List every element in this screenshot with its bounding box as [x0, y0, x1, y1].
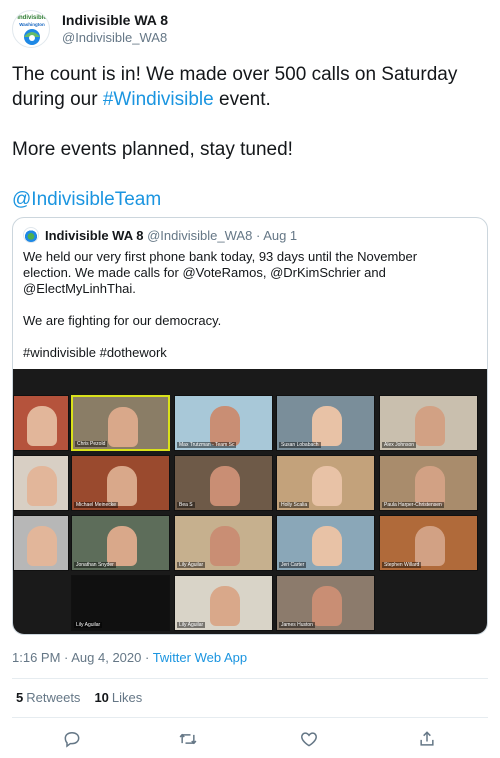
retweet-icon[interactable] — [178, 729, 198, 749]
hashtag-link[interactable]: #Windivisible — [103, 89, 214, 110]
quoted-line: election. We made calls for @VoteRamos, … — [23, 265, 386, 280]
participant-name-label: Chris Pezold — [75, 441, 108, 447]
like-icon[interactable] — [299, 729, 319, 749]
tweet-line: during our #Windivisible event. — [12, 87, 488, 112]
tweet-line: More events planned, stay tuned! — [12, 139, 293, 160]
participant-video-tile: Lily Aguilar — [174, 515, 273, 571]
tweet-timestamp[interactable]: 1:16 PM · Aug 4, 2020 · — [12, 650, 153, 665]
participant-figure — [210, 466, 240, 506]
tweet-metadata: 1:16 PM · Aug 4, 2020 · Twitter Web App — [12, 650, 247, 665]
participant-figure — [415, 526, 445, 566]
participant-figure — [27, 466, 57, 506]
quoted-text: We held our very first phone bank today,… — [23, 249, 479, 361]
divider — [12, 678, 488, 679]
participant-video-tile: Susan Lobabach — [276, 395, 375, 451]
retweets-label[interactable]: Retweets — [26, 690, 80, 705]
participant-video-tile: Bea S — [174, 455, 273, 511]
participant-figure — [27, 406, 57, 446]
participant-video-tile: Holly Scalia — [276, 455, 375, 511]
participant-video-tile: Lily Aguilar — [71, 575, 170, 631]
participant-name-label: Jeri Carter — [279, 562, 307, 568]
participant-name-label: Holly Scalia — [279, 502, 310, 508]
tweet-line: The count is in! We made over 500 calls … — [12, 64, 458, 85]
participant-figure — [210, 526, 240, 566]
participant-name-label: Lily Aguilar — [177, 622, 206, 628]
author-display-name[interactable]: Indivisible WA 8 — [62, 12, 168, 28]
participant-name-label: Lily Aguilar — [177, 562, 206, 568]
quoted-line: We held our very first phone bank today,… — [23, 249, 418, 264]
quoted-hashtags: #windivisible #dothework — [23, 345, 167, 360]
participant-name-label: Bea S — [177, 502, 195, 508]
tweet-header: Indivisible Washington Indivisible WA 8 … — [12, 10, 488, 50]
quoted-handle: @Indivisible_WA8 — [147, 228, 253, 243]
engagement-stats: 5 Retweets 10 Likes — [16, 690, 142, 705]
participant-video-tile: Stephen Willard — [379, 515, 478, 571]
participant-name-label: James Huston — [279, 622, 315, 628]
participant-name-label: Michael Meinecke — [74, 502, 119, 508]
quoted-avatar — [23, 227, 39, 243]
source-app-link[interactable]: Twitter Web App — [153, 650, 247, 665]
action-bar — [12, 725, 488, 753]
participant-video-tile: Lily Aguilar — [174, 575, 273, 631]
participant-video-tile: Paula Harper-Christensen — [379, 455, 478, 511]
participant-name-label: Susan Lobabach — [279, 442, 321, 448]
participant-name-label: Jonathan Snyder — [74, 562, 116, 568]
participant-video-tile: Chris Pezold — [71, 395, 170, 451]
mention-link[interactable]: @IndivisibleTeam — [12, 187, 488, 212]
participant-figure — [108, 407, 138, 447]
participant-name-label: Stephen Willard — [382, 562, 422, 568]
retweets-count[interactable]: 5 — [16, 690, 23, 705]
author-handle[interactable]: @Indivisible_WA8 — [62, 30, 167, 45]
participant-figure — [107, 466, 137, 506]
divider — [12, 717, 488, 718]
participant-video-tile: Michael Meinecke — [71, 455, 170, 511]
likes-count[interactable]: 10 — [94, 690, 108, 705]
separator-dot: · — [255, 228, 261, 243]
zoom-call-image[interactable]: Chris Pezold Max Trutzman - Team Sc Susan … — [13, 369, 487, 634]
quoted-display-name: Indivisible WA 8 — [45, 228, 144, 243]
logo-icon — [24, 29, 40, 45]
participant-figure — [27, 526, 57, 566]
participant-video-tile: Max Trutzman - Team Sc — [174, 395, 273, 451]
avatar[interactable]: Indivisible Washington — [12, 10, 50, 48]
participant-figure — [312, 526, 342, 566]
participant-name-label: Lily Aguilar — [74, 622, 103, 628]
share-icon[interactable] — [417, 729, 437, 749]
participant-figure — [210, 586, 240, 626]
participant-name-label: Paula Harper-Christensen — [382, 502, 444, 508]
likes-label[interactable]: Likes — [112, 690, 142, 705]
reply-icon[interactable] — [62, 729, 82, 749]
participant-name-label: Max Trutzman - Team Sc — [177, 442, 237, 448]
tweet-text-segment: during our — [12, 89, 103, 110]
participant-figure — [415, 466, 445, 506]
participant-figure — [415, 406, 445, 446]
participant-figure — [107, 526, 137, 566]
tweet-text-segment: event. — [213, 89, 271, 110]
quoted-line: @ElectMyLinhThai. — [23, 281, 136, 296]
participant-figure — [312, 406, 342, 446]
tweet-text: The count is in! We made over 500 calls … — [12, 62, 488, 212]
participant-video-tile: Jeri Carter — [276, 515, 375, 571]
quoted-tweet-header: Indivisible WA 8 @Indivisible_WA8 · Aug … — [23, 227, 297, 247]
participant-name-label: Alex Johnson — [382, 442, 417, 448]
participant-video-tile: James Huston — [276, 575, 375, 631]
participant-figure — [210, 406, 240, 446]
quoted-tweet[interactable]: Indivisible WA 8 @Indivisible_WA8 · Aug … — [12, 217, 488, 635]
participant-video-tile: Jonathan Snyder — [71, 515, 170, 571]
participant-video-tile — [13, 455, 69, 511]
participant-figure — [312, 466, 342, 506]
quoted-line: We are fighting for our democracy. — [23, 313, 222, 328]
participant-video-tile: Alex Johnson — [379, 395, 478, 451]
participant-figure — [312, 586, 342, 626]
participant-video-tile — [13, 515, 69, 571]
quoted-date: Aug 1 — [263, 228, 298, 243]
participant-video-tile — [13, 395, 69, 451]
